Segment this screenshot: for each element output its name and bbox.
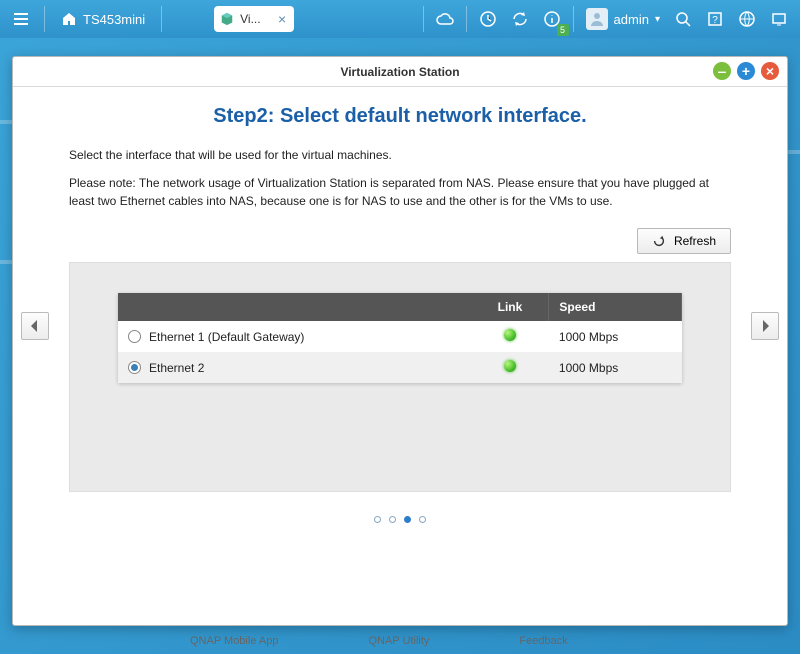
sync-icon[interactable] bbox=[505, 4, 535, 34]
page-dot[interactable] bbox=[389, 516, 396, 523]
divider bbox=[466, 6, 467, 32]
svg-text:?: ? bbox=[712, 15, 718, 26]
refresh-icon bbox=[652, 234, 666, 248]
table-row[interactable]: Ethernet 2 1000 Mbps bbox=[118, 352, 682, 383]
divider bbox=[44, 6, 45, 32]
page-dot[interactable] bbox=[374, 516, 381, 523]
clock-icon[interactable] bbox=[473, 4, 503, 34]
wizard-heading: Step2: Select default network interface. bbox=[69, 105, 731, 128]
divider bbox=[573, 6, 574, 32]
radio-interface-0[interactable] bbox=[128, 330, 141, 343]
home-device[interactable]: TS453mini bbox=[53, 11, 153, 27]
home-icon bbox=[61, 11, 77, 27]
refresh-button[interactable]: Refresh bbox=[637, 228, 731, 254]
help-icon[interactable]: ? bbox=[700, 4, 730, 34]
window-maximize-button[interactable]: + bbox=[737, 62, 755, 80]
col-name bbox=[118, 293, 472, 321]
shortcut-label: Feedback bbox=[519, 635, 567, 647]
window-titlebar: Virtualization Station ‒ + × bbox=[13, 57, 787, 87]
divider bbox=[423, 6, 424, 32]
language-icon[interactable] bbox=[732, 4, 762, 34]
window-close-button[interactable]: × bbox=[761, 62, 779, 80]
device-name-label: TS453mini bbox=[83, 12, 145, 27]
interfaces-table: Link Speed Ethernet 1 (Default Gateway) … bbox=[118, 293, 682, 383]
chevron-left-icon bbox=[30, 320, 40, 332]
user-menu[interactable]: admin ▾ bbox=[580, 8, 666, 30]
interface-label: Ethernet 2 bbox=[149, 361, 204, 375]
app-window: Virtualization Station ‒ + × Step2: Sele… bbox=[12, 56, 788, 626]
menu-icon[interactable] bbox=[6, 4, 36, 34]
wizard-description: Select the interface that will be used f… bbox=[69, 146, 731, 210]
window-minimize-button[interactable]: ‒ bbox=[713, 62, 731, 80]
link-led-icon bbox=[504, 329, 516, 341]
interfaces-panel: Link Speed Ethernet 1 (Default Gateway) … bbox=[69, 262, 731, 492]
system-topbar: TS453mini Vi... × admin ▾ bbox=[0, 0, 800, 38]
wizard-page-dots bbox=[69, 516, 731, 523]
dashboard-icon[interactable] bbox=[764, 4, 794, 34]
chevron-right-icon bbox=[760, 320, 770, 332]
interface-speed: 1000 Mbps bbox=[549, 352, 682, 383]
search-icon[interactable] bbox=[668, 4, 698, 34]
refresh-label: Refresh bbox=[674, 234, 716, 248]
avatar-icon bbox=[586, 8, 608, 30]
wizard-prev-button[interactable] bbox=[21, 312, 49, 340]
chevron-down-icon: ▾ bbox=[655, 14, 660, 25]
page-dot[interactable] bbox=[404, 516, 411, 523]
col-link: Link bbox=[472, 293, 549, 321]
shortcut-label: QNAP Mobile App bbox=[190, 635, 278, 647]
radio-interface-1[interactable] bbox=[128, 361, 141, 374]
page-dot[interactable] bbox=[419, 516, 426, 523]
cloud-icon[interactable] bbox=[430, 4, 460, 34]
tab-close-icon[interactable]: × bbox=[278, 11, 286, 27]
link-led-icon bbox=[504, 360, 516, 372]
window-title: Virtualization Station bbox=[340, 65, 459, 79]
window-content: Step2: Select default network interface.… bbox=[13, 87, 787, 625]
tab-label: Vi... bbox=[240, 12, 260, 26]
user-name-label: admin bbox=[614, 12, 649, 27]
desktop-shortcut-row: QNAP Mobile App QNAP Utility Feedback bbox=[0, 628, 800, 654]
app-tab-virtualization[interactable]: Vi... × bbox=[214, 6, 294, 32]
shortcut-label: QNAP Utility bbox=[368, 635, 429, 647]
info-icon[interactable] bbox=[537, 4, 567, 34]
interface-label: Ethernet 1 (Default Gateway) bbox=[149, 330, 304, 344]
table-row[interactable]: Ethernet 1 (Default Gateway) 1000 Mbps bbox=[118, 321, 682, 352]
wizard-next-button[interactable] bbox=[751, 312, 779, 340]
divider bbox=[161, 6, 162, 32]
wizard-desc-line1: Select the interface that will be used f… bbox=[69, 146, 731, 164]
wizard-desc-line2: Please note: The network usage of Virtua… bbox=[69, 174, 731, 210]
interface-speed: 1000 Mbps bbox=[549, 321, 682, 352]
cube-icon bbox=[220, 12, 234, 26]
col-speed: Speed bbox=[549, 293, 682, 321]
